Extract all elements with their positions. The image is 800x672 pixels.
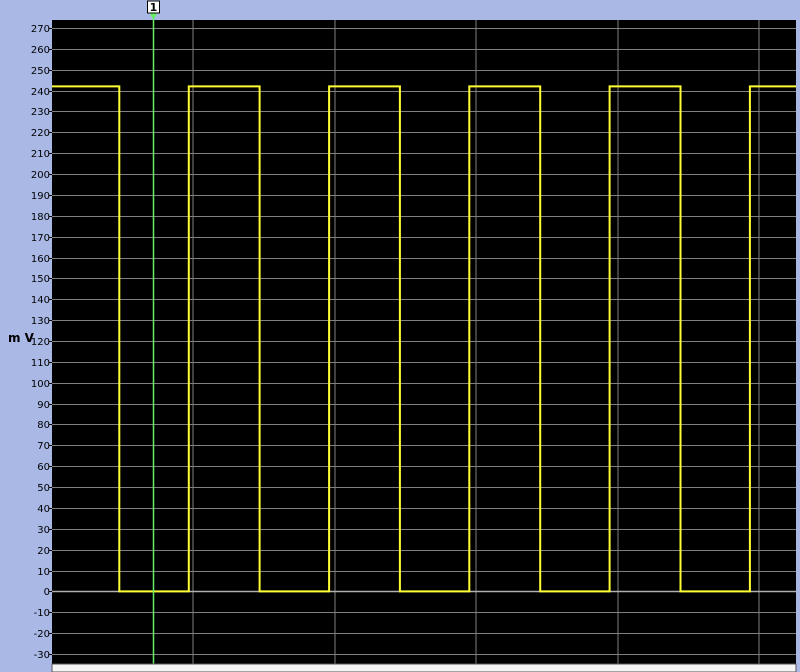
y-tick-label: 230: [31, 107, 50, 118]
y-tick-label: 90: [37, 400, 50, 411]
y-tick-label: 190: [31, 191, 50, 202]
y-tick-label: 70: [37, 441, 50, 452]
y-tick-label: 200: [31, 170, 50, 181]
cursor-arrow-icon[interactable]: [149, 13, 158, 20]
y-tick-label: 140: [31, 295, 50, 306]
y-tick-label: 50: [37, 483, 50, 494]
y-tick-label: 160: [31, 254, 50, 265]
y-tick-label: 20: [37, 546, 50, 557]
y-tick-label: 110: [31, 358, 50, 369]
y-tick-label: 150: [31, 274, 50, 285]
y-tick-label: 10: [37, 567, 50, 578]
y-tick-label: 100: [31, 379, 50, 390]
y-tick-label: 40: [37, 504, 50, 515]
y-tick-label: 60: [37, 462, 50, 473]
y-axis-label: m V: [8, 331, 35, 345]
y-tick-label: 250: [31, 66, 50, 77]
y-tick-label: 130: [31, 316, 50, 327]
y-tick-label: 0: [44, 587, 50, 598]
y-tick-label: -30: [34, 650, 50, 661]
y-tick-label: 80: [37, 420, 50, 431]
y-tick-label: 30: [37, 525, 50, 536]
y-tick-label: 220: [31, 128, 50, 139]
y-tick-label: 180: [31, 212, 50, 223]
y-tick-label: -10: [34, 608, 50, 619]
y-axis-ticks: 2702602502402302202102001901801701601501…: [31, 24, 52, 661]
y-tick-label: 240: [31, 87, 50, 98]
bottom-scrollbar[interactable]: [51, 663, 797, 672]
y-tick-label: 270: [31, 24, 50, 35]
cursor-label: 1: [150, 1, 158, 14]
y-tick-label: 170: [31, 233, 50, 244]
y-tick-label: 260: [31, 45, 50, 56]
y-tick-label: -20: [34, 629, 50, 640]
y-tick-label: 210: [31, 149, 50, 160]
oscilloscope-view: 2702602502402302202102001901801701601501…: [8, 0, 797, 672]
